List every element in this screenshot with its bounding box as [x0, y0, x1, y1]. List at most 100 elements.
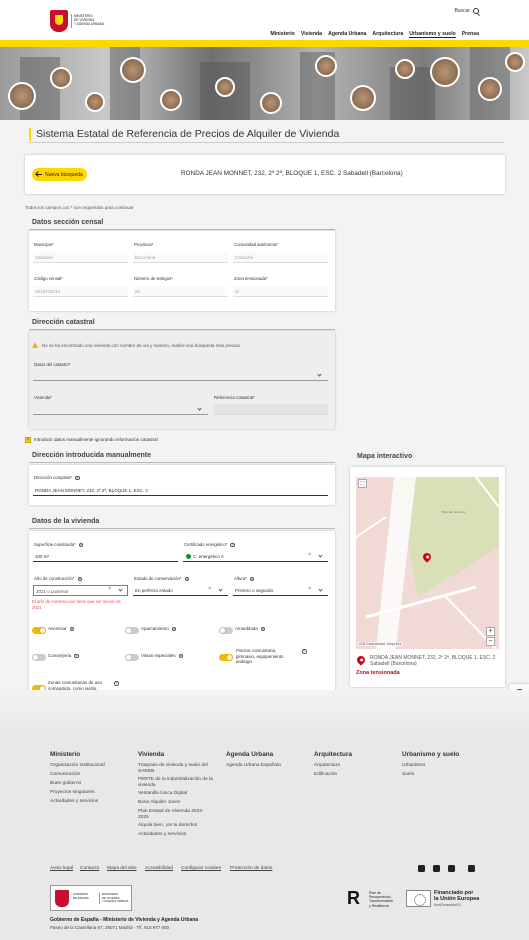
concierge-toggle[interactable]	[32, 654, 46, 661]
footer-link[interactable]: Edificación	[314, 772, 337, 778]
info-icon[interactable]: ?	[75, 475, 80, 481]
footer-cookies-link[interactable]: Configurar cookies	[181, 866, 221, 871]
interactive-map[interactable]: Parc del Gas Fou ⛶ + − IGN Cartociudad, …	[356, 477, 499, 649]
testigos-field: 80	[133, 286, 228, 297]
instagram-icon[interactable]	[448, 865, 455, 872]
new-search-button[interactable]: Nueva búsqueda	[32, 168, 87, 181]
footer-contact-link[interactable]: Contacto	[80, 866, 99, 871]
info-icon[interactable]: ?	[78, 542, 84, 548]
manual-data-checkbox[interactable]: ✓	[25, 437, 31, 443]
map-address: RONDA JEAN MONNET, 232, 2º 2ª, BLOQUE 1,…	[370, 655, 496, 667]
address-card: Nueva búsqueda RONDA JEAN MONNET, 232, 2…	[25, 155, 505, 194]
parking-toggle[interactable]	[125, 627, 139, 634]
full-address-input[interactable]: RONDA JEAN MONNET, 232, 2º 2ª, BLOQUE 1,…	[33, 485, 328, 496]
footer-link[interactable]: Proyectos singulares	[50, 790, 95, 796]
arrow-left-icon	[36, 174, 42, 175]
footer-col-title-arquitectura[interactable]: Arquitectura	[314, 751, 352, 758]
info-icon[interactable]: ?	[302, 649, 307, 654]
info-icon[interactable]: ?	[184, 576, 190, 582]
furnished-label: Amueblada?	[235, 626, 266, 632]
info-icon[interactable]: ?	[69, 626, 75, 632]
clear-icon[interactable]: ×	[108, 586, 111, 592]
footer-link[interactable]: Bono Alquiler Joven	[138, 800, 180, 806]
footer-link[interactable]: Arquitectura	[314, 763, 340, 769]
nav-item-agenda-urbana[interactable]: Agenda Urbana	[328, 31, 366, 38]
energy-select[interactable]: C. energético A	[183, 551, 328, 562]
pool-gym-toggle[interactable]	[219, 654, 233, 661]
catastro-select[interactable]	[33, 370, 328, 381]
clear-icon[interactable]: ×	[208, 586, 211, 592]
title-divider	[29, 142, 504, 143]
footer-link[interactable]: Urbanismo	[402, 763, 425, 769]
footer-col-title-agenda-urbana[interactable]: Agenda Urbana	[226, 751, 273, 758]
info-icon[interactable]: ?	[230, 542, 235, 548]
ministry-logo[interactable]: MINISTERIO DE VIVIENDA Y AGENDA URBANA	[50, 10, 120, 34]
footer-col-title-urbanismo[interactable]: Urbanismo y suelo	[402, 751, 459, 758]
page-fade	[0, 690, 529, 736]
zoom-in-button[interactable]: +	[486, 627, 495, 636]
info-icon[interactable]: ?	[178, 653, 184, 659]
footer-col-title-vivienda[interactable]: Vivienda	[138, 751, 164, 758]
footer-gov-line: Gobierno de España - Ministerio de Vivie…	[50, 917, 199, 923]
eu-flag-icon	[406, 890, 431, 907]
footer-link[interactable]: Comunicación	[50, 772, 80, 778]
manual-address-section-title: Dirección introducida manualmente	[32, 452, 152, 459]
vivienda-select[interactable]	[33, 404, 208, 415]
special-views-toggle[interactable]	[125, 654, 139, 661]
footer-link[interactable]: Organización institucional	[50, 763, 105, 769]
info-icon[interactable]: ?	[74, 653, 79, 659]
provincia-label: Provincia*	[134, 242, 154, 247]
footer-link[interactable]: Alquila bien, ¡es tu derecho!	[138, 823, 197, 829]
municipio-field: Sabadell	[33, 252, 128, 263]
footer-privacy-link[interactable]: Protección de datos	[230, 866, 272, 871]
year-select[interactable]: 2021 o posterior	[33, 585, 128, 596]
twitter-icon[interactable]	[418, 865, 425, 872]
footer-link[interactable]: Ventanilla Única Digital	[138, 791, 187, 797]
nav-item-prensa[interactable]: Prensa	[462, 31, 479, 38]
footer-col-title-ministerio[interactable]: Ministerio	[50, 751, 80, 758]
furnished-toggle[interactable]	[219, 627, 233, 634]
dwelling-divider	[29, 528, 335, 529]
nav-item-vivienda[interactable]: Vivienda	[301, 31, 322, 38]
info-icon[interactable]: ?	[171, 626, 177, 632]
footer-link[interactable]: PERTE de la industrialización de la vivi…	[138, 777, 218, 789]
youtube-icon[interactable]	[433, 865, 440, 872]
ministry-name-footer: MINISTERIO DE VIVIENDA Y AGENDA URBANA	[99, 892, 131, 904]
referencia-catastral-field[interactable]	[213, 404, 328, 415]
info-icon[interactable]: ?	[77, 576, 83, 582]
footer-legal-link[interactable]: Aviso legal	[50, 866, 73, 871]
search-link[interactable]: Buscar	[454, 8, 479, 14]
nav-item-ministerio[interactable]: Ministerio	[270, 31, 295, 38]
footer-link[interactable]: Suelo	[402, 772, 414, 778]
footer-link[interactable]: Plan Estatal de Vivienda 2022-2025	[138, 809, 213, 821]
info-icon[interactable]: ?	[260, 626, 266, 632]
news-icon[interactable]	[468, 865, 475, 872]
info-icon[interactable]: ?	[249, 576, 255, 582]
coat-of-arms-icon	[50, 10, 68, 32]
nav-item-urbanismo[interactable]: Urbanismo y suelo	[409, 31, 456, 38]
conservation-select[interactable]: En perfecto estado	[133, 585, 228, 596]
elevator-toggle[interactable]	[32, 627, 46, 634]
zoom-out-button[interactable]: −	[486, 637, 495, 646]
clear-icon[interactable]: ×	[308, 586, 311, 592]
clear-icon[interactable]: ×	[308, 552, 311, 558]
info-icon[interactable]: ?	[114, 681, 119, 686]
footer-link[interactable]: Buen gobierno	[50, 781, 81, 787]
footer-link[interactable]: Agenda Urbana Española	[226, 763, 281, 769]
prtr-icon: R	[347, 888, 360, 908]
map-attribution[interactable]: IGN Cartociudad, MapLibre	[358, 642, 403, 646]
cadastral-section-title: Dirección catastral	[32, 319, 95, 326]
government-logo[interactable]: GOBIERNO DE ESPAÑA MINISTERIO DE VIVIENDA Y…	[50, 885, 132, 911]
fullscreen-button[interactable]: ⛶	[358, 479, 367, 488]
footer-link[interactable]: Actividades y servicios	[50, 799, 98, 805]
census-divider	[29, 229, 335, 230]
surface-input[interactable]: 100 m²	[33, 551, 178, 562]
footer-link[interactable]: Actividades y servicios	[138, 832, 186, 838]
footer-accessibility-link[interactable]: Accesibilidad	[145, 866, 173, 871]
eu-funding-logo: Financiado por la Unión Europea NextGener…	[406, 888, 482, 910]
footer-link[interactable]: Traspaso de vivienda y suelo del SAREB	[138, 763, 218, 775]
footer-sitemap-link[interactable]: Mapa del sitio	[107, 866, 137, 871]
comunidad-field: Cataluña	[233, 252, 328, 263]
nav-item-arquitectura[interactable]: Arquitectura	[372, 31, 403, 38]
height-select[interactable]: Primero o segundo	[233, 585, 328, 596]
